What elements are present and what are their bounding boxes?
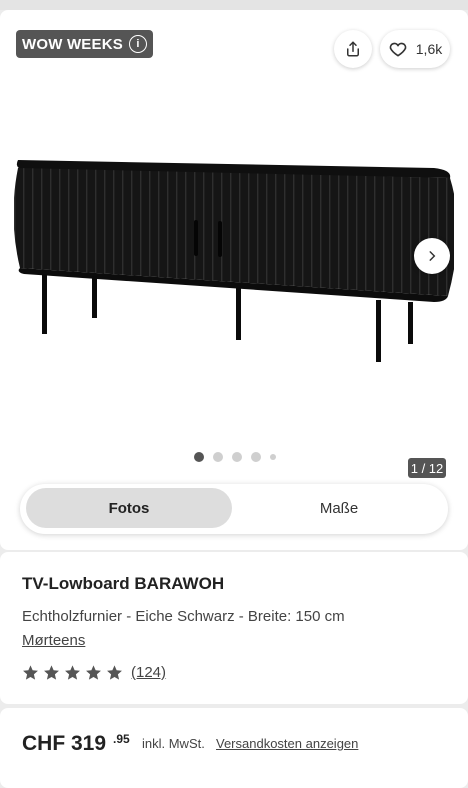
view-toggle: Fotos Maße xyxy=(20,484,448,534)
product-image[interactable] xyxy=(14,150,454,380)
image-counter: 1 / 12 xyxy=(408,458,446,478)
heart-icon xyxy=(389,42,407,57)
share-button[interactable] xyxy=(334,30,372,68)
pagination-dots xyxy=(194,452,276,462)
like-button[interactable]: 1,6k xyxy=(380,30,450,68)
tab-fotos[interactable]: Fotos xyxy=(26,488,232,528)
info-icon[interactable]: i xyxy=(128,35,147,53)
image-gallery[interactable]: WOW WEEKS i 1,6k 1 / 12 Fotos Maße xyxy=(0,10,468,550)
product-info-card: TV-Lowboard BARAWOH Echtholzfurnier - Ei… xyxy=(0,552,468,704)
dot-3[interactable] xyxy=(232,452,242,462)
price-cents: .95 xyxy=(113,732,130,746)
chevron-right-icon xyxy=(429,251,436,261)
shipping-cost-link[interactable]: Versandkosten anzeigen xyxy=(216,736,358,751)
dot-4[interactable] xyxy=(251,452,261,462)
price-main: CHF 319 xyxy=(22,732,107,755)
review-count-link[interactable]: (124) xyxy=(131,664,166,681)
top-strip xyxy=(0,0,468,10)
star-icon xyxy=(65,665,80,680)
star-icon xyxy=(23,665,38,680)
badge-label: WOW WEEKS xyxy=(22,35,123,53)
star-icon xyxy=(107,665,122,680)
tab-masse[interactable]: Maße xyxy=(236,488,442,528)
brand-link[interactable]: Mørteens xyxy=(22,632,85,649)
wow-weeks-badge[interactable]: WOW WEEKS i xyxy=(16,30,153,58)
product-title: TV-Lowboard BARAWOH xyxy=(22,574,225,593)
dot-2[interactable] xyxy=(213,452,223,462)
star-icon xyxy=(44,665,59,680)
star-icon xyxy=(86,665,101,680)
vat-note: inkl. MwSt. xyxy=(142,736,205,751)
next-image-button[interactable] xyxy=(414,238,450,274)
share-icon xyxy=(347,41,359,57)
like-count: 1,6k xyxy=(415,41,443,57)
dot-1[interactable] xyxy=(194,452,204,462)
price-card: CHF 319 .95 inkl. MwSt. Versandkosten an… xyxy=(0,708,468,788)
dot-5[interactable] xyxy=(270,454,276,460)
rating[interactable]: (124) xyxy=(22,664,166,681)
product-subtitle: Echtholzfurnier - Eiche Schwarz - Breite… xyxy=(22,608,345,625)
